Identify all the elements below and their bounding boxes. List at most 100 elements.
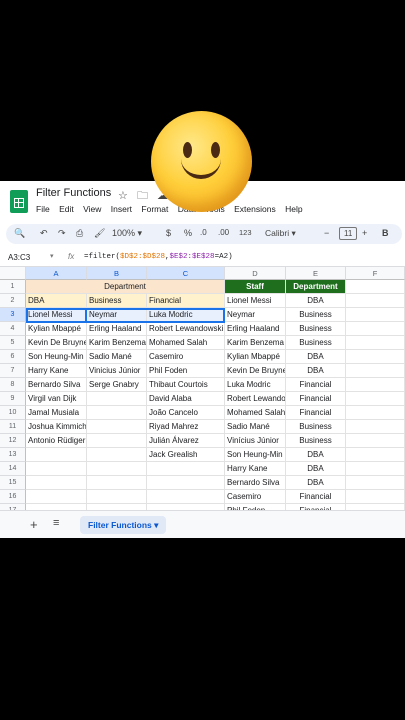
menu-file[interactable]: File [36,204,50,214]
staff-cell[interactable]: Sadio Mané [225,420,286,434]
table-cell[interactable]: Serge Gnabry [87,378,147,392]
table-cell[interactable]: Lionel Messi [26,308,87,322]
department-cell[interactable]: DBA [286,364,346,378]
staff-cell[interactable]: Erling Haaland [225,322,286,336]
currency-format-button[interactable]: $ [166,228,171,238]
table-cell[interactable]: Kylian Mbappé [26,322,87,336]
department-header[interactable]: Department [286,280,346,294]
cell[interactable] [346,490,405,504]
department-cell[interactable]: DBA [286,448,346,462]
department-cell[interactable]: Business [286,322,346,336]
staff-cell[interactable]: Neymar [225,308,286,322]
menu-format[interactable]: Format [141,204,168,214]
table-cell[interactable]: Neymar [87,308,147,322]
table-cell[interactable]: Erling Haaland [87,322,147,336]
cell[interactable] [346,350,405,364]
decrease-font-size-icon[interactable]: − [324,228,329,238]
cell[interactable] [87,406,147,420]
staff-cell[interactable]: Luka Modric [225,378,286,392]
cell[interactable] [346,420,405,434]
menu-help[interactable]: Help [285,204,302,214]
table-cell[interactable]: Riyad Mahrez [147,420,225,434]
staff-cell[interactable]: Harry Kane [225,462,286,476]
sheets-logo-icon[interactable] [10,190,28,213]
staff-cell[interactable]: Mohamed Salah [225,406,286,420]
column-header-c[interactable]: C [147,267,225,280]
table-cell[interactable]: Julián Álvarez [147,434,225,448]
cell[interactable] [26,462,87,476]
row-header-8[interactable]: 8 [0,378,26,392]
cell[interactable] [87,490,147,504]
staff-cell[interactable]: Vinícius Júnior [225,434,286,448]
table-cell[interactable]: Kevin De Bruyne [26,336,87,350]
cell[interactable] [346,462,405,476]
menu-view[interactable]: View [83,204,101,214]
row-header-12[interactable]: 12 [0,434,26,448]
dept-header-dba[interactable]: DBA [26,294,87,308]
table-cell[interactable]: Bernardo Silva [26,378,87,392]
cell[interactable] [147,476,225,490]
cell[interactable] [87,462,147,476]
menu-extensions[interactable]: Extensions [234,204,276,214]
row-header-7[interactable]: 7 [0,364,26,378]
sheet-tab-filter-functions[interactable]: Filter Functions ▾ [80,516,167,534]
table-cell[interactable]: Karim Benzema [87,336,147,350]
column-header-b[interactable]: B [87,267,147,280]
cell[interactable] [346,392,405,406]
row-header-15[interactable]: 15 [0,476,26,490]
cell[interactable] [147,462,225,476]
table-cell[interactable]: Joshua Kimmich [26,420,87,434]
cell[interactable] [87,476,147,490]
name-box-dropdown-icon[interactable]: ▾ [50,252,54,260]
department-cell[interactable]: DBA [286,294,346,308]
table-cell[interactable]: Mohamed Salah [147,336,225,350]
department-cell[interactable]: DBA [286,462,346,476]
select-all-corner[interactable] [0,267,26,280]
department-cell[interactable]: Business [286,434,346,448]
formula-input[interactable]: =filter($D$2:$D$28,$E$2:$E$28=A2) [84,253,233,261]
column-header-e[interactable]: E [286,267,346,280]
cell[interactable] [346,476,405,490]
row-header-5[interactable]: 5 [0,336,26,350]
department-cell[interactable]: Financial [286,406,346,420]
department-cell[interactable]: DBA [286,476,346,490]
cell[interactable] [346,448,405,462]
percent-format-button[interactable]: % [184,228,192,238]
cell[interactable] [87,448,147,462]
department-cell[interactable]: Financial [286,490,346,504]
table-cell[interactable]: Antonio Rüdiger [26,434,87,448]
column-header-f[interactable]: F [346,267,405,280]
column-header-a[interactable]: A [26,267,87,280]
row-header-13[interactable]: 13 [0,448,26,462]
cell[interactable] [346,364,405,378]
department-cell[interactable]: Business [286,336,346,350]
cell[interactable] [147,490,225,504]
cell[interactable] [346,294,405,308]
undo-icon[interactable]: ↶ [40,228,48,239]
table-cell[interactable]: Vinicius Júnior [87,364,147,378]
department-cell[interactable]: Financial [286,378,346,392]
dept-header-business[interactable]: Business [87,294,147,308]
staff-cell[interactable]: Kylian Mbappé [225,350,286,364]
staff-cell[interactable]: Robert Lewando [225,392,286,406]
cell[interactable] [26,490,87,504]
folder-move-icon[interactable]: 🗀 [137,190,148,202]
table-cell[interactable]: João Cancelo [147,406,225,420]
row-header-9[interactable]: 9 [0,392,26,406]
add-sheet-button[interactable]: + [30,517,38,532]
cell[interactable] [26,448,87,462]
table-cell[interactable]: Harry Kane [26,364,87,378]
table-cell[interactable]: Luka Modric [147,308,225,322]
cell[interactable] [26,476,87,490]
row-header-11[interactable]: 11 [0,420,26,434]
row-header-4[interactable]: 4 [0,322,26,336]
zoom-select[interactable]: 100% ▾ [112,228,142,239]
cell[interactable] [87,420,147,434]
column-header-d[interactable]: D [225,267,286,280]
table-cell[interactable]: Phil Foden [147,364,225,378]
document-title[interactable]: Filter Functions [36,187,111,199]
row-header-3[interactable]: 3 [0,308,26,322]
department-cell[interactable]: DBA [286,350,346,364]
increase-decimal-button[interactable]: .00 [218,228,229,237]
row-header-2[interactable]: 2 [0,294,26,308]
